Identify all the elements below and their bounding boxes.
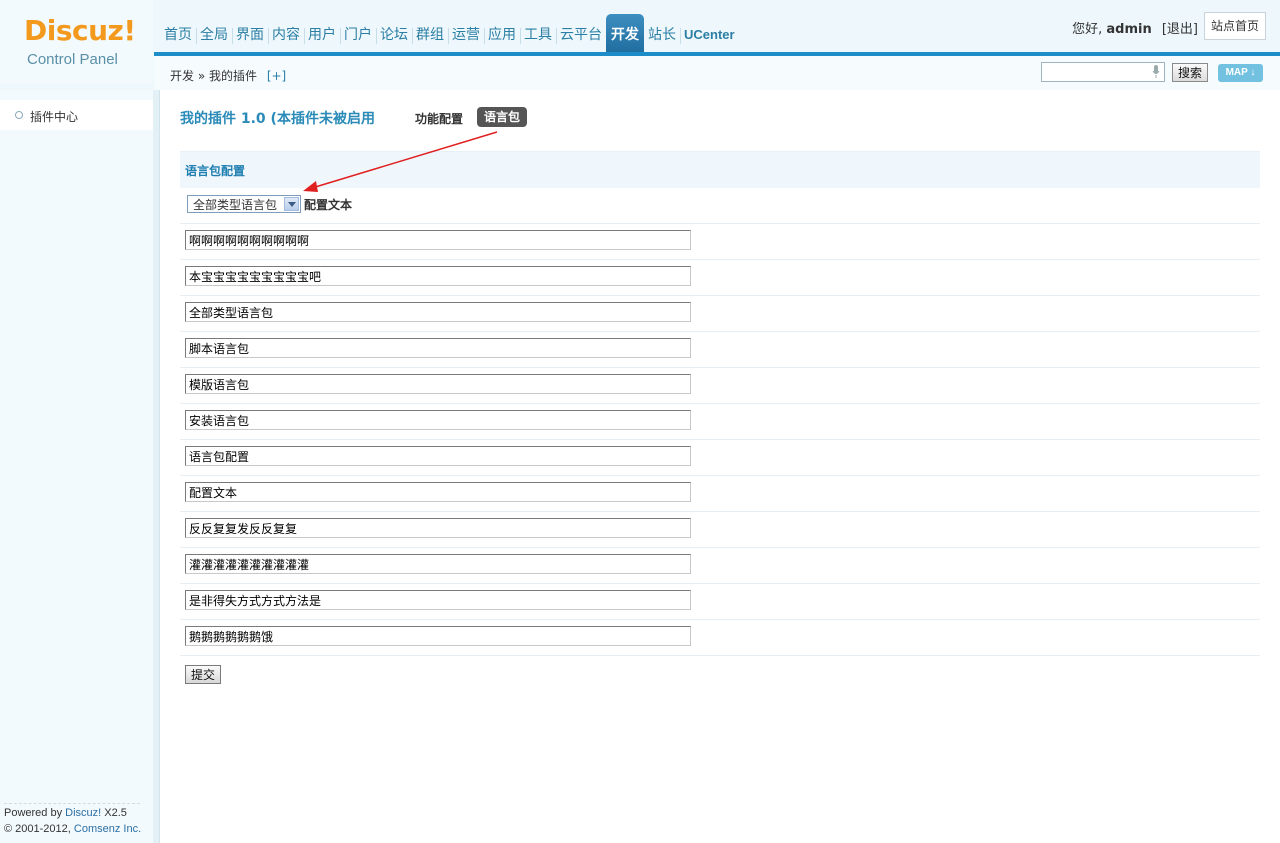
- nav-item-8[interactable]: 运营: [448, 14, 484, 56]
- top-navigation: 首页 全局 界面 内容 用户 门户 论坛 群组 运营 应用 工具 云平台 开发 站长 UCenter: [160, 14, 739, 56]
- language-pack-select[interactable]: 全部类型语言包: [187, 195, 301, 213]
- field-row: [180, 331, 1260, 368]
- bullet-icon: [15, 111, 23, 119]
- field-row: [180, 583, 1260, 620]
- username: admin: [1106, 22, 1152, 37]
- language-text-input[interactable]: [185, 482, 691, 502]
- nav-item-11[interactable]: 云平台: [556, 14, 606, 56]
- footer-brand-link[interactable]: Discuz!: [65, 807, 101, 819]
- footer-company-link[interactable]: Comsenz Inc.: [74, 823, 141, 835]
- nav-item-3[interactable]: 内容: [268, 14, 304, 56]
- nav-item-7[interactable]: 群组: [412, 14, 448, 56]
- language-text-input[interactable]: [185, 446, 691, 466]
- footer-powered-by: Powered by Discuz! X2.5: [4, 805, 141, 821]
- map-button-label: MAP: [1225, 67, 1248, 78]
- field-row: [180, 475, 1260, 512]
- language-text-input[interactable]: [185, 230, 691, 250]
- footer-prefix: Powered by: [4, 807, 66, 819]
- plugin-title: 我的插件 1.0 (本插件未被启用: [180, 111, 375, 127]
- field-row: [180, 367, 1260, 404]
- nav-item-9[interactable]: 应用: [484, 14, 520, 56]
- header: Discuz! Control Panel 首页 全局 界面 内容 用户 门户 论坛 群组 运营…: [0, 0, 1280, 91]
- language-text-input[interactable]: [185, 554, 691, 574]
- language-text-input[interactable]: [185, 374, 691, 394]
- footer-divider: [4, 803, 140, 804]
- field-row: [180, 295, 1260, 332]
- footer: Powered by Discuz! X2.5 © 2001-2012, Com…: [4, 805, 141, 837]
- nav-item-13[interactable]: 站长: [644, 14, 680, 56]
- field-row: [180, 439, 1260, 476]
- language-text-input[interactable]: [185, 590, 691, 610]
- language-text-input[interactable]: [185, 410, 691, 430]
- tab-language-pack[interactable]: 语言包: [477, 107, 528, 127]
- footer-version: X2.5: [101, 807, 127, 819]
- breadcrumb: 开发 » 我的插件 [+]: [170, 67, 286, 84]
- field-row: [180, 619, 1260, 656]
- breadcrumb-text: 开发 » 我的插件: [170, 69, 257, 83]
- sidebar-divider[interactable]: [153, 90, 160, 843]
- tab-function-config[interactable]: 功能配置: [415, 110, 463, 127]
- language-text-input[interactable]: [185, 266, 691, 286]
- nav-item-10[interactable]: 工具: [520, 14, 556, 56]
- language-text-input[interactable]: [185, 302, 691, 322]
- nav-item-4[interactable]: 用户: [304, 14, 340, 56]
- footer-copyright: © 2001-2012, Comsenz Inc.: [4, 821, 141, 837]
- sidebar-item-label: 插件中心: [30, 110, 79, 124]
- logo-subtitle: Control Panel: [27, 51, 118, 68]
- search-input[interactable]: [1041, 62, 1165, 82]
- language-text-input[interactable]: [185, 626, 691, 646]
- select-label: 配置文本: [304, 198, 353, 212]
- sidebar: 插件中心: [0, 90, 153, 843]
- nav-item-12[interactable]: 开发: [606, 14, 644, 56]
- field-row: [180, 547, 1260, 584]
- section-title: 语言包配置: [185, 164, 246, 178]
- logo-title: Discuz!: [24, 14, 136, 47]
- select-row: 全部类型语言包 配置文本: [180, 187, 1260, 224]
- nav-item-1[interactable]: 全局: [196, 14, 232, 56]
- logo[interactable]: Discuz! Control Panel: [0, 0, 153, 84]
- greeting: 您好,: [1072, 22, 1103, 37]
- sidebar-item-plugin-center[interactable]: 插件中心: [0, 100, 153, 130]
- add-to-menu-link[interactable]: [+]: [267, 69, 286, 83]
- nav-item-2[interactable]: 界面: [232, 14, 268, 56]
- logout-link[interactable]: [退出]: [1162, 22, 1198, 37]
- copyright-prefix: © 2001-2012,: [4, 823, 74, 835]
- submit-button[interactable]: 提交: [185, 665, 221, 684]
- chevron-down-icon[interactable]: [284, 197, 299, 211]
- arrow-down-icon: ↓: [1250, 67, 1256, 78]
- field-row: [180, 223, 1260, 260]
- microphone-icon[interactable]: [1152, 65, 1160, 78]
- main-content: 我的插件 1.0 (本插件未被启用 功能配置 语言包 语言包配置 全部类型语言包…: [160, 90, 1280, 843]
- field-row: [180, 259, 1260, 296]
- field-row: [180, 511, 1260, 548]
- nav-item-0[interactable]: 首页: [160, 14, 196, 56]
- map-button[interactable]: MAP ↓: [1218, 64, 1263, 82]
- site-home-button[interactable]: 站点首页: [1204, 12, 1266, 40]
- section-header: 语言包配置: [180, 151, 1260, 188]
- search-button[interactable]: 搜索: [1172, 63, 1208, 82]
- field-row: [180, 403, 1260, 440]
- language-text-input[interactable]: [185, 518, 691, 538]
- language-text-input[interactable]: [185, 338, 691, 358]
- nav-item-6[interactable]: 论坛: [376, 14, 412, 56]
- nav-item-14[interactable]: UCenter: [680, 14, 739, 56]
- select-value: 全部类型语言包: [193, 198, 278, 212]
- user-area: 您好, admin [退出]: [1072, 18, 1198, 37]
- nav-item-5[interactable]: 门户: [340, 14, 376, 56]
